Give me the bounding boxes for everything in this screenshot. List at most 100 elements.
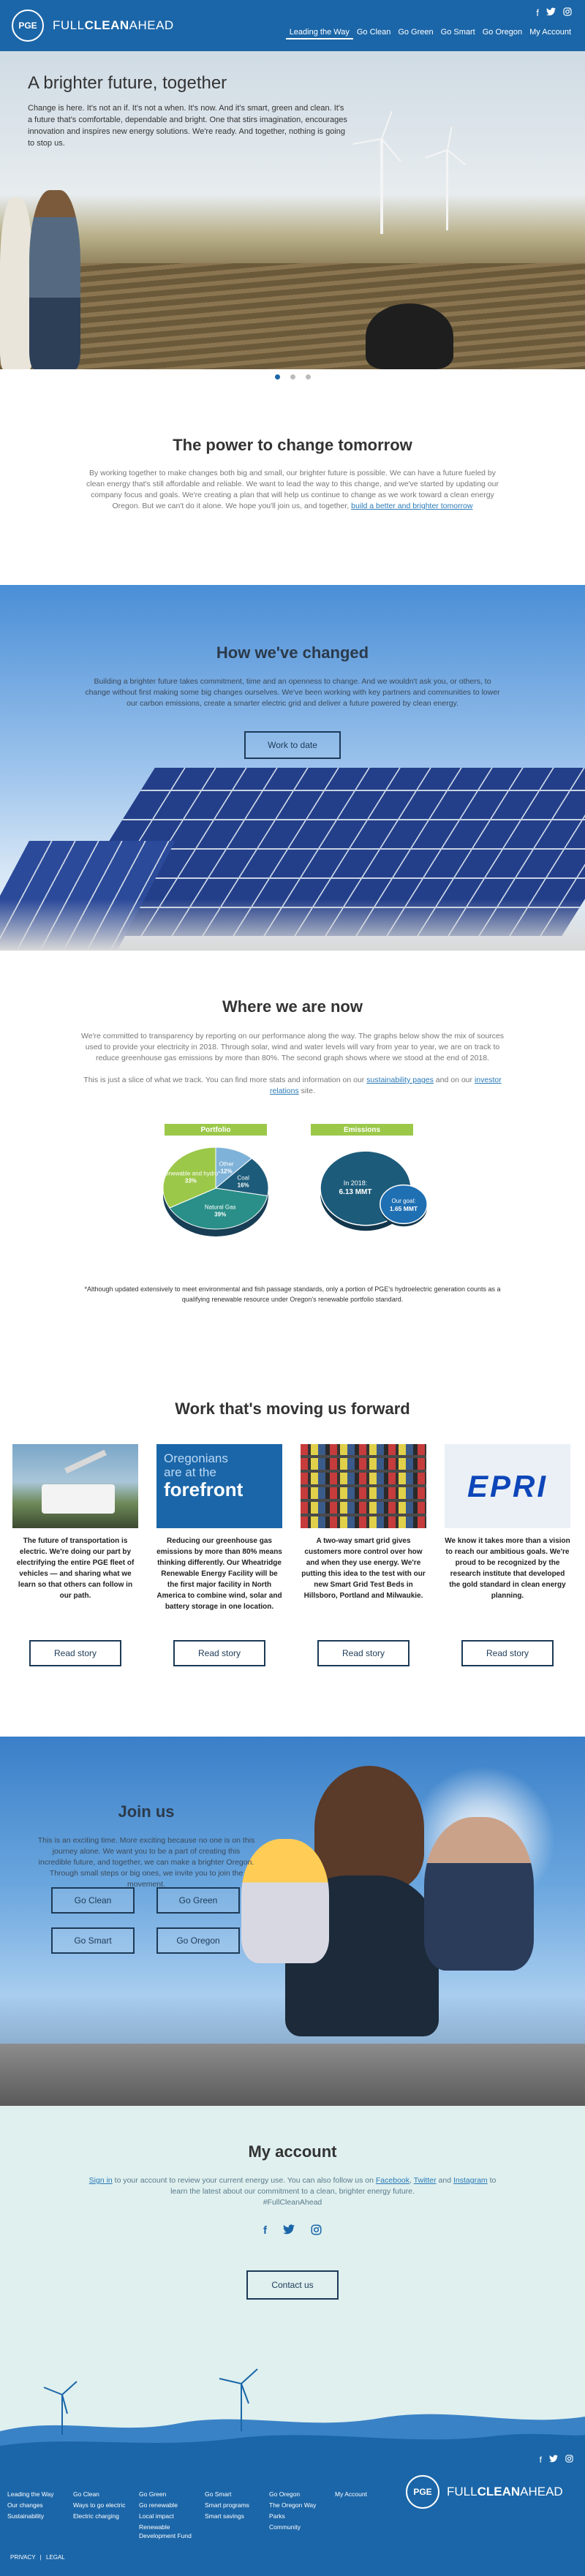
- brand-wordmark[interactable]: FULLCLEANAHEAD: [53, 18, 174, 33]
- carousel-dot[interactable]: [305, 374, 311, 379]
- footer-link[interactable]: Go Smart: [205, 2490, 249, 2498]
- footer-link[interactable]: Local impact: [139, 2512, 197, 2520]
- emissions-goal-label: Our goal:: [392, 1198, 416, 1204]
- go-clean-button[interactable]: Go Clean: [51, 1887, 135, 1914]
- footer-link[interactable]: Renewable Development Fund: [139, 2523, 197, 2540]
- facebook-icon[interactable]: f: [540, 2455, 542, 2465]
- footer-link[interactable]: The Oregon Way: [269, 2501, 316, 2509]
- footer-link[interactable]: My Account: [335, 2490, 367, 2498]
- footer-col-oregon: Go Oregon The Oregon Way Parks Community: [269, 2490, 316, 2534]
- facebook-link[interactable]: Facebook: [376, 2176, 410, 2185]
- emissions-goal-value: 1.65 MMT: [390, 1205, 418, 1212]
- twitter-icon[interactable]: [546, 7, 556, 18]
- pie-label: Coal: [237, 1174, 249, 1181]
- instagram-icon[interactable]: [565, 2455, 573, 2465]
- facebook-icon[interactable]: f: [263, 2224, 267, 2239]
- footer-link[interactable]: Parks: [269, 2512, 316, 2520]
- facebook-icon[interactable]: f: [536, 7, 539, 18]
- pge-logo[interactable]: PGE: [12, 10, 44, 42]
- twitter-link[interactable]: Twitter: [414, 2176, 437, 2185]
- wind-turbine-image: [380, 139, 383, 234]
- read-story-button[interactable]: Read story: [461, 1640, 554, 1666]
- sign-in-link[interactable]: Sign in: [89, 2176, 113, 2185]
- read-story-button[interactable]: Read story: [29, 1640, 121, 1666]
- footer-col-green: Go Green Go renewable Local impact Renew…: [139, 2490, 197, 2542]
- footer-link[interactable]: Go Clean: [73, 2490, 126, 2498]
- pie-label: Renewable and hydro*: [161, 1170, 220, 1176]
- epri-logo: EPRI: [467, 1468, 548, 1503]
- contact-us-button[interactable]: Contact us: [246, 2270, 339, 2300]
- footer-link[interactable]: Smart savings: [205, 2512, 249, 2520]
- boom-arm-image: [64, 1449, 107, 1474]
- social-links-footer: f: [540, 2455, 573, 2465]
- go-green-button[interactable]: Go Green: [156, 1887, 240, 1914]
- footer-link[interactable]: Sustainability: [7, 2512, 53, 2520]
- sustainability-link[interactable]: sustainability pages: [366, 1076, 434, 1084]
- footer-pge-logo: PGE: [406, 2475, 439, 2509]
- footer-brand-part-1: FULL: [447, 2485, 478, 2498]
- power-body: By working together to make changes both…: [84, 468, 501, 512]
- go-oregon-button[interactable]: Go Oregon: [156, 1927, 240, 1954]
- work-to-date-button[interactable]: Work to date: [244, 731, 341, 759]
- twitter-icon[interactable]: [283, 2224, 295, 2239]
- father-image: [314, 1766, 424, 1890]
- portfolio-tab: Portfolio: [165, 1124, 267, 1136]
- footer-col-leading: Leading the Way Our changes Sustainabili…: [7, 2490, 53, 2523]
- footer-link[interactable]: Our changes: [7, 2501, 53, 2509]
- social-links-account: f: [0, 2224, 585, 2239]
- brand-part-2: CLEAN: [84, 18, 129, 32]
- footer-wordmark: FULLCLEANAHEAD: [447, 2485, 563, 2499]
- card-2-image: Oregonians are at the forefront: [156, 1444, 282, 1528]
- instagram-icon[interactable]: [311, 2224, 322, 2239]
- nav-go-oregon[interactable]: Go Oregon: [479, 28, 526, 39]
- account-body-sep: ,: [410, 2176, 412, 2185]
- main-nav: Leading the Way Go Clean Go Green Go Sma…: [285, 28, 575, 39]
- read-story-button[interactable]: Read story: [317, 1640, 410, 1666]
- skateboard-ramp-image: [0, 2044, 585, 2106]
- nav-go-green[interactable]: Go Green: [394, 28, 437, 39]
- social-links-top: f: [536, 7, 572, 18]
- build-brighter-link[interactable]: build a better and brighter tomorrow: [351, 502, 472, 510]
- person-image: [29, 190, 80, 369]
- changed-title: How we've changed: [216, 643, 369, 662]
- card-4-image: EPRI: [445, 1444, 570, 1528]
- legal-link[interactable]: LEGAL: [46, 2554, 65, 2561]
- carousel-dot[interactable]: [274, 374, 280, 379]
- turbine-blade-image: [352, 138, 382, 145]
- changed-body: Building a brighter future takes commitm…: [85, 677, 500, 708]
- footer-link[interactable]: Leading the Way: [7, 2490, 53, 2498]
- footer-brand[interactable]: PGE FULLCLEANAHEAD: [406, 2475, 563, 2509]
- instagram-icon[interactable]: [563, 7, 572, 18]
- footer-link[interactable]: Go Green: [139, 2490, 197, 2498]
- footer-link[interactable]: Ways to go electric: [73, 2501, 126, 2509]
- now-body-2-end: site.: [301, 1087, 315, 1095]
- join-section: Join us This is an exciting time. More e…: [0, 1737, 585, 2106]
- logo-text: PGE: [18, 20, 37, 31]
- privacy-link[interactable]: PRIVACY: [10, 2554, 35, 2561]
- account-body-text-1: to your account to review your current e…: [114, 2176, 374, 2185]
- nav-go-smart[interactable]: Go Smart: [437, 28, 479, 39]
- turbine-blade-image: [381, 111, 393, 140]
- pie-label: Other: [219, 1160, 234, 1167]
- footer-link[interactable]: Smart programs: [205, 2501, 249, 2509]
- read-story-button[interactable]: Read story: [173, 1640, 265, 1666]
- pie-value: 39%: [214, 1211, 226, 1217]
- footer-link[interactable]: Go renewable: [139, 2501, 197, 2509]
- nav-go-clean[interactable]: Go Clean: [353, 28, 394, 39]
- twitter-icon[interactable]: [549, 2455, 558, 2465]
- card-2-img-line-2: are at the: [164, 1465, 216, 1479]
- site-footer: f Leading the Way Our changes Sustainabi…: [0, 2365, 585, 2576]
- nav-my-account[interactable]: My Account: [526, 28, 575, 39]
- pie-value: 33%: [185, 1177, 197, 1184]
- footer-link[interactable]: Community: [269, 2523, 316, 2531]
- footer-link[interactable]: Electric charging: [73, 2512, 126, 2520]
- card-1-text: The future of transportation is electric…: [16, 1537, 135, 1600]
- brand-part-1: FULL: [53, 18, 85, 32]
- parking-lot-image: [301, 1444, 426, 1528]
- carousel-dot[interactable]: [290, 374, 295, 379]
- footer-link[interactable]: Go Oregon: [269, 2490, 316, 2498]
- nav-leading-the-way[interactable]: Leading the Way: [285, 28, 353, 39]
- go-smart-button[interactable]: Go Smart: [51, 1927, 135, 1954]
- card-1-image: [12, 1444, 138, 1528]
- instagram-link[interactable]: Instagram: [453, 2176, 488, 2185]
